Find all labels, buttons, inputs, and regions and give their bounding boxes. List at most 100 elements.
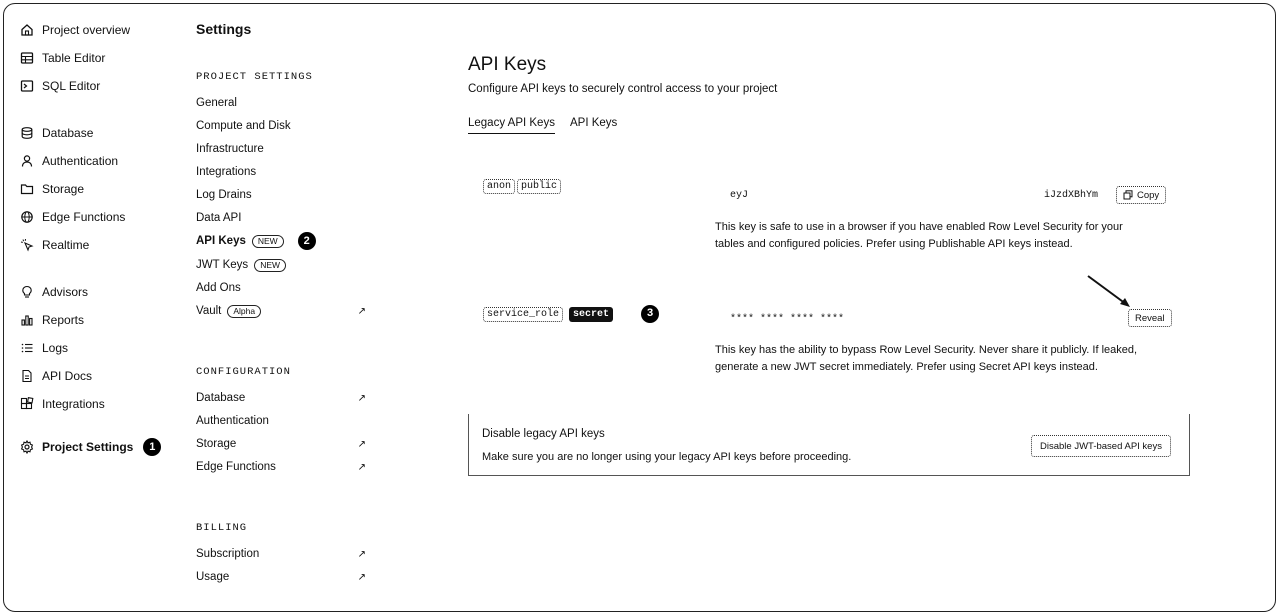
lightbulb-icon [20,285,34,299]
copy-button[interactable]: Copy [1116,186,1167,204]
reveal-button[interactable]: Reveal [1128,309,1172,327]
nav-item-label: Storage [42,182,85,196]
tab-legacy-api-keys[interactable]: Legacy API Keys [468,117,555,134]
annotation-arrow-icon [1087,275,1130,307]
settings-item-api-keys[interactable]: API Keys NEW 2 [196,232,366,250]
external-link-icon: ↗ [357,461,366,473]
settings-item-label: Authentication [196,415,269,427]
settings-item-config-storage[interactable]: Storage ↗ [196,435,366,453]
nav-item-api-docs[interactable]: API Docs [20,366,92,386]
settings-item-add-ons[interactable]: Add Ons [196,279,366,297]
settings-item-compute-and-disk[interactable]: Compute and Disk [196,117,366,135]
settings-item-label: Compute and Disk [196,120,291,132]
table-icon [20,51,34,65]
user-icon [20,154,34,168]
disable-legacy-title: Disable legacy API keys [482,428,605,440]
settings-item-label: Infrastructure [196,143,264,155]
nav-item-sql-editor[interactable]: SQL Editor [20,76,100,96]
nav-item-label: Integrations [42,397,105,411]
settings-item-integrations[interactable]: Integrations [196,163,366,181]
anon-key-value-start[interactable]: eyJ [730,190,748,201]
nav-item-advisors[interactable]: Advisors [20,282,88,302]
step-marker-2: 2 [297,232,316,250]
tab-api-keys[interactable]: API Keys [570,117,617,129]
disable-legacy-description: Make sure you are no longer using your l… [482,451,852,463]
section-head-billing: BILLING [196,522,248,534]
external-link-icon: ↗ [357,571,366,583]
service-key-masked[interactable]: **** **** **** **** [730,314,844,325]
chart-icon [20,313,34,327]
terminal-icon [20,79,34,93]
nav-item-label: API Docs [42,369,93,383]
settings-item-label: Add Ons [196,282,241,294]
new-badge: NEW [254,258,287,272]
settings-item-label: General [196,97,237,109]
nav-item-logs[interactable]: Logs [20,338,68,358]
settings-item-config-edge-functions[interactable]: Edge Functions ↗ [196,458,366,476]
settings-item-config-authentication[interactable]: Authentication [196,412,366,430]
nav-item-label: SQL Editor [42,79,101,93]
nav-item-table-editor[interactable]: Table Editor [20,48,105,68]
app-window: Project overview Table Editor SQL Editor… [3,3,1276,612]
settings-item-label: Vault [196,305,222,317]
anon-chip: anon [483,179,516,194]
blocks-icon [20,397,34,411]
settings-item-usage[interactable]: Usage ↗ [196,568,366,586]
external-link-icon: ↗ [357,305,366,317]
nav-item-authentication[interactable]: Authentication [20,151,118,171]
cursor-click-icon [20,238,34,252]
section-head-configuration: CONFIGURATION [196,366,291,378]
new-badge: NEW [251,234,284,248]
secret-chip: secret [569,306,614,322]
service-key-labels: service_role secret 3 [483,305,660,323]
external-link-icon: ↗ [357,438,366,450]
settings-item-label: Storage [196,438,237,450]
anon-key-labels: anon public [483,179,563,194]
nav-item-realtime[interactable]: Realtime [20,235,89,255]
nav-item-label: Realtime [42,238,90,252]
settings-item-label: Data API [196,212,242,224]
globe-icon [20,210,34,224]
folder-icon [20,182,34,196]
copy-icon [1123,190,1133,200]
settings-item-label: Database [196,392,246,404]
settings-item-label: Subscription [196,548,260,560]
settings-item-label: Log Drains [196,189,252,201]
nav-item-label: Project overview [42,23,131,37]
nav-item-label: Database [42,126,94,140]
nav-item-label: Logs [42,341,69,355]
nav-item-label: Reports [42,313,85,327]
settings-item-log-drains[interactable]: Log Drains [196,186,366,204]
nav-item-project-overview[interactable]: Project overview [20,20,130,40]
nav-item-label: Table Editor [42,51,106,65]
nav-item-storage[interactable]: Storage [20,179,84,199]
document-icon [20,369,34,383]
settings-item-label: Usage [196,571,230,583]
anon-key-value-end[interactable]: iJzdXBhYm [1044,190,1098,201]
settings-item-label: Edge Functions [196,461,276,473]
settings-item-data-api[interactable]: Data API [196,209,366,227]
settings-title: Settings [196,21,252,37]
home-icon [20,23,34,37]
list-icon [20,341,34,355]
nav-item-project-settings[interactable]: Project Settings 1 [20,437,162,457]
settings-item-infrastructure[interactable]: Infrastructure [196,140,366,158]
settings-item-jwt-keys[interactable]: JWT Keys NEW [196,256,366,274]
page-subtitle: Configure API keys to securely control a… [468,83,778,95]
disable-jwt-keys-button[interactable]: Disable JWT-based API keys [1031,435,1171,457]
nav-item-integrations[interactable]: Integrations [20,394,105,414]
settings-item-vault[interactable]: Vault Alpha ↗ [196,302,366,320]
step-marker-1: 1 [143,438,162,456]
database-icon [20,126,34,140]
settings-item-label: API Keys [196,235,246,247]
settings-item-config-database[interactable]: Database ↗ [196,389,366,407]
settings-item-subscription[interactable]: Subscription ↗ [196,545,366,563]
nav-item-label: Edge Functions [42,210,126,224]
settings-item-label: JWT Keys [196,259,249,271]
nav-item-label: Advisors [42,285,89,299]
nav-item-edge-functions[interactable]: Edge Functions [20,207,125,227]
gear-icon [20,440,34,454]
nav-item-database[interactable]: Database [20,123,93,143]
nav-item-reports[interactable]: Reports [20,310,84,330]
settings-item-general[interactable]: General [196,94,366,112]
